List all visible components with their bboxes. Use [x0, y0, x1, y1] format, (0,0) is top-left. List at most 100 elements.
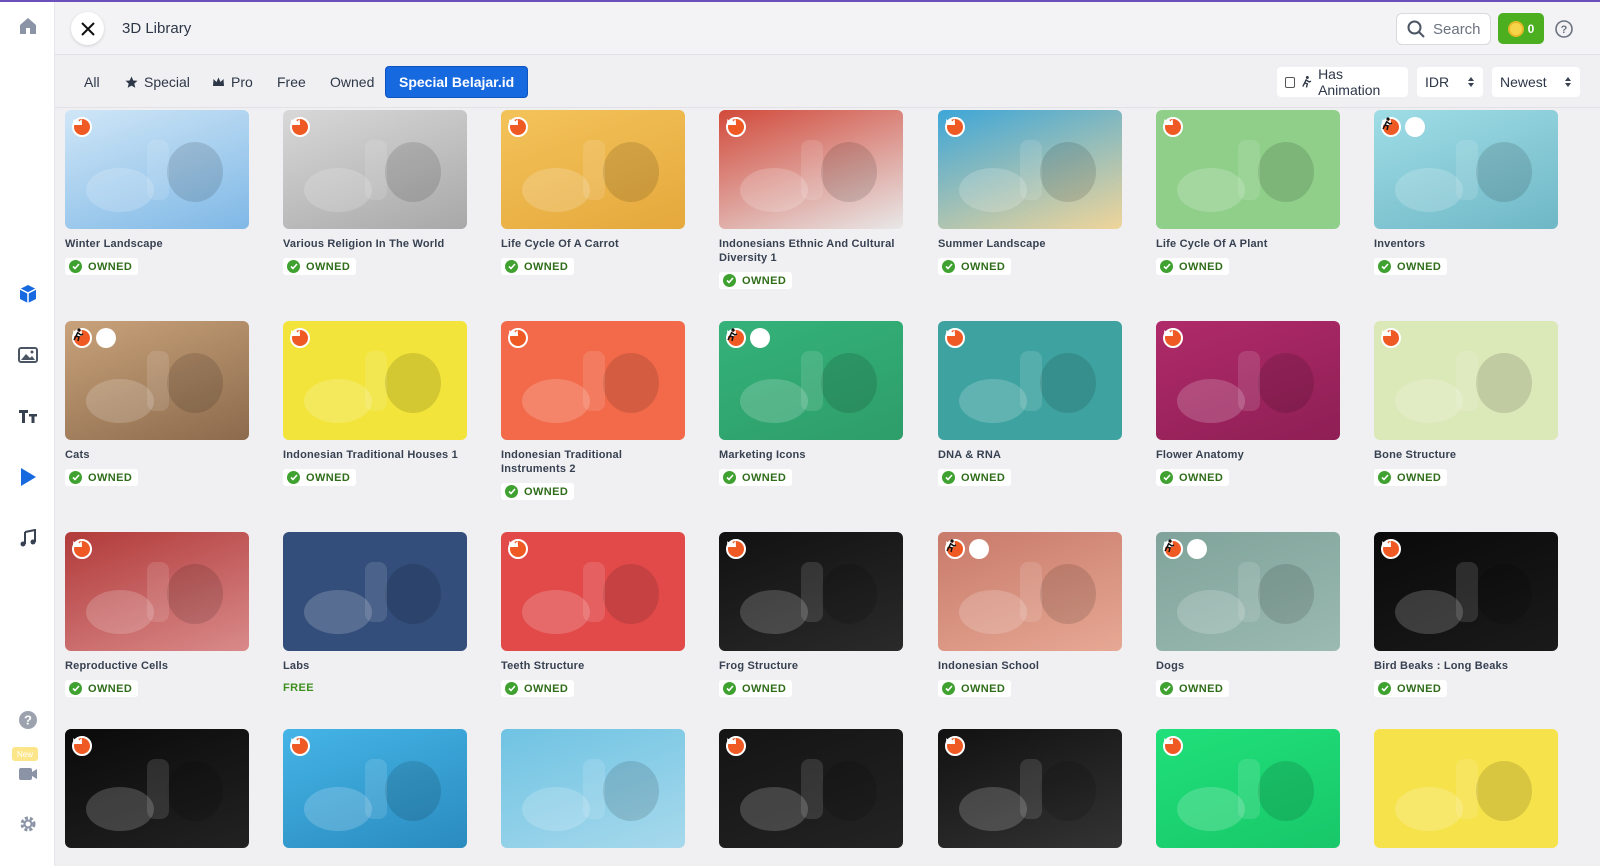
asset-thumbnail[interactable] — [65, 110, 249, 229]
asset-thumbnail[interactable] — [719, 110, 903, 229]
asset-card[interactable]: Teeth Structure OWNED — [501, 532, 685, 697]
tab-owned[interactable]: Owned — [324, 66, 380, 98]
asset-card[interactable]: Cats OWNED — [65, 321, 249, 486]
asset-card[interactable] — [938, 729, 1122, 848]
asset-card[interactable]: Indonesian School OWNED — [938, 532, 1122, 697]
asset-title[interactable]: Cats — [65, 448, 249, 462]
asset-card[interactable]: Bird Beaks : Long Beaks OWNED — [1374, 532, 1558, 697]
asset-card[interactable]: Winter Landscape OWNED — [65, 110, 249, 275]
asset-title[interactable]: Bird Beaks : Long Beaks — [1374, 659, 1558, 673]
asset-card[interactable]: Dogs OWNED — [1156, 532, 1340, 697]
asset-title[interactable]: Indonesians Ethnic And Cultural Diversit… — [719, 237, 903, 265]
text-icon[interactable] — [16, 404, 40, 428]
home-icon[interactable] — [16, 14, 40, 38]
asset-thumbnail[interactable] — [283, 321, 467, 440]
asset-title[interactable]: Flower Anatomy — [1156, 448, 1340, 462]
asset-thumbnail[interactable] — [938, 729, 1122, 848]
currency-select[interactable]: IDR — [1417, 67, 1483, 97]
asset-thumbnail[interactable] — [1156, 321, 1340, 440]
asset-title[interactable]: Marketing Icons — [719, 448, 903, 462]
asset-card[interactable]: Inventors OWNED — [1374, 110, 1558, 275]
asset-card[interactable]: Indonesians Ethnic And Cultural Diversit… — [719, 110, 903, 289]
tab-all[interactable]: All — [78, 66, 106, 98]
image-icon[interactable] — [16, 343, 40, 367]
asset-thumbnail[interactable] — [1156, 110, 1340, 229]
asset-thumbnail[interactable] — [65, 729, 249, 848]
close-button[interactable] — [71, 12, 104, 45]
asset-card[interactable]: Various Religion In The World OWNED — [283, 110, 467, 275]
help-button[interactable]: ? — [1554, 19, 1574, 39]
asset-card[interactable]: Labs FREE — [283, 532, 467, 696]
asset-card[interactable]: Marketing Icons OWNED — [719, 321, 903, 486]
coin-balance[interactable]: 0 — [1498, 13, 1544, 44]
asset-thumbnail[interactable] — [1374, 532, 1558, 651]
asset-thumbnail[interactable] — [938, 321, 1122, 440]
asset-thumbnail[interactable] — [1156, 729, 1340, 848]
has-animation-checkbox[interactable] — [1285, 76, 1296, 88]
settings-icon[interactable] — [16, 812, 40, 836]
asset-thumbnail[interactable] — [501, 729, 685, 848]
tab-special[interactable]: Special — [119, 66, 196, 98]
help-icon[interactable]: ? — [16, 708, 40, 732]
asset-thumbnail[interactable] — [938, 532, 1122, 651]
asset-title[interactable]: Winter Landscape — [65, 237, 249, 251]
asset-title[interactable]: Indonesian Traditional Houses 1 — [283, 448, 467, 462]
asset-title[interactable]: Indonesian Traditional Instruments 2 — [501, 448, 685, 476]
asset-title[interactable]: Labs — [283, 659, 467, 673]
asset-thumbnail[interactable] — [1374, 110, 1558, 229]
tab-special-belajar-id[interactable]: Special Belajar.id — [385, 66, 529, 98]
asset-title[interactable]: Dogs — [1156, 659, 1340, 673]
asset-thumbnail[interactable] — [719, 532, 903, 651]
asset-thumbnail[interactable] — [501, 321, 685, 440]
asset-card[interactable]: Indonesian Traditional Houses 1 OWNED — [283, 321, 467, 486]
asset-thumbnail[interactable] — [65, 532, 249, 651]
asset-title[interactable]: Reproductive Cells — [65, 659, 249, 673]
asset-thumbnail[interactable] — [719, 729, 903, 848]
tab-pro[interactable]: Pro — [206, 66, 259, 98]
asset-card[interactable] — [1156, 729, 1340, 848]
asset-card[interactable] — [1374, 729, 1558, 848]
asset-title[interactable]: Life Cycle Of A Carrot — [501, 237, 685, 251]
asset-title[interactable]: Various Religion In The World — [283, 237, 467, 251]
asset-thumbnail[interactable] — [1156, 532, 1340, 651]
asset-title[interactable]: Frog Structure — [719, 659, 903, 673]
asset-card[interactable]: Reproductive Cells OWNED — [65, 532, 249, 697]
asset-title[interactable]: Teeth Structure — [501, 659, 685, 673]
asset-thumbnail[interactable] — [501, 110, 685, 229]
asset-card[interactable] — [283, 729, 467, 848]
asset-thumbnail[interactable] — [283, 729, 467, 848]
asset-thumbnail[interactable] — [283, 532, 467, 651]
sort-select[interactable]: Newest — [1492, 67, 1580, 97]
asset-card[interactable] — [501, 729, 685, 848]
asset-card[interactable] — [719, 729, 903, 848]
cube-icon[interactable] — [16, 282, 40, 306]
asset-title[interactable]: DNA & RNA — [938, 448, 1122, 462]
asset-thumbnail[interactable] — [283, 110, 467, 229]
asset-thumbnail[interactable] — [65, 321, 249, 440]
search-input[interactable]: Search — [1396, 13, 1491, 45]
asset-title[interactable]: Indonesian School — [938, 659, 1122, 673]
asset-card[interactable]: DNA & RNA OWNED — [938, 321, 1122, 486]
asset-thumbnail[interactable] — [1374, 729, 1558, 848]
asset-thumbnail[interactable] — [1374, 321, 1558, 440]
asset-card[interactable]: Flower Anatomy OWNED — [1156, 321, 1340, 486]
asset-thumbnail[interactable] — [938, 110, 1122, 229]
asset-card[interactable] — [65, 729, 249, 848]
tab-free[interactable]: Free — [271, 66, 312, 98]
asset-card[interactable]: Life Cycle Of A Carrot OWNED — [501, 110, 685, 275]
asset-thumbnail[interactable] — [719, 321, 903, 440]
asset-title[interactable]: Bone Structure — [1374, 448, 1558, 462]
asset-card[interactable]: Life Cycle Of A Plant OWNED — [1156, 110, 1340, 275]
has-animation-filter[interactable]: Has Animation — [1277, 66, 1408, 98]
asset-title[interactable]: Inventors — [1374, 237, 1558, 251]
asset-title[interactable]: Summer Landscape — [938, 237, 1122, 251]
asset-card[interactable]: Frog Structure OWNED — [719, 532, 903, 697]
video-camera-icon[interactable] — [16, 762, 40, 786]
asset-card[interactable]: Indonesian Traditional Instruments 2 OWNE… — [501, 321, 685, 500]
asset-card[interactable]: Summer Landscape OWNED — [938, 110, 1122, 275]
asset-card[interactable]: Bone Structure OWNED — [1374, 321, 1558, 486]
asset-title[interactable]: Life Cycle Of A Plant — [1156, 237, 1340, 251]
play-icon[interactable] — [16, 465, 40, 489]
asset-thumbnail[interactable] — [501, 532, 685, 651]
music-icon[interactable] — [16, 526, 40, 550]
